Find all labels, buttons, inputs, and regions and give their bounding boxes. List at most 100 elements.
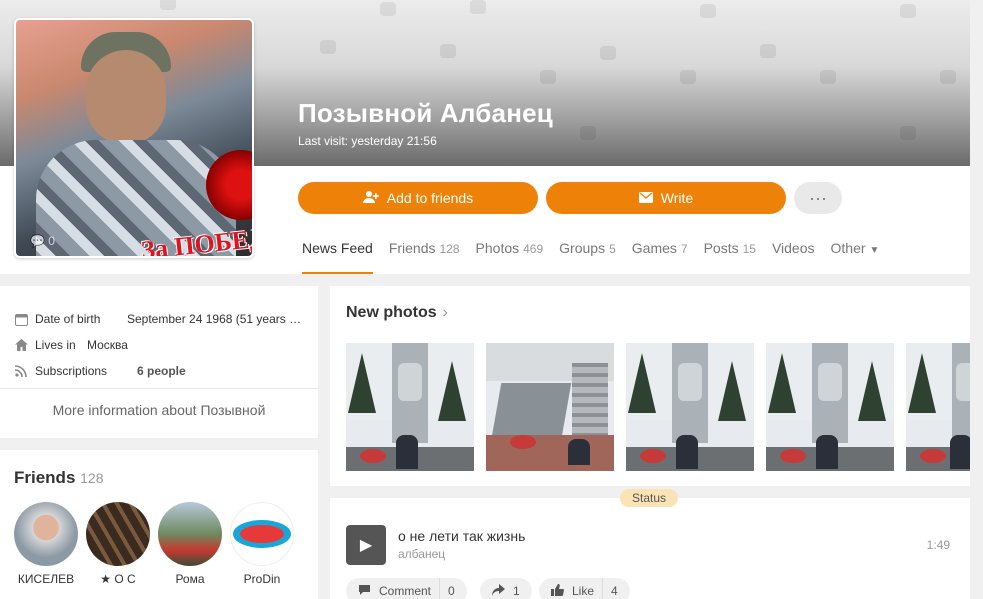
friend-name: Рома xyxy=(175,572,205,586)
friend-name: ★ О С xyxy=(100,572,136,586)
tab-friends[interactable]: Friends 128 xyxy=(389,240,460,274)
write-button[interactable]: Write xyxy=(546,182,786,214)
track-title[interactable]: о не лети так жизнь xyxy=(398,528,525,544)
tab-news-feed[interactable]: News Feed xyxy=(302,240,373,274)
photo-thumbnail[interactable] xyxy=(626,343,754,471)
tab-posts[interactable]: Posts 15 xyxy=(704,240,756,274)
cover-pattern-icon xyxy=(380,2,396,16)
friend-avatar xyxy=(14,502,78,566)
rss-icon xyxy=(14,364,28,378)
friends-title[interactable]: Friends 128 xyxy=(14,468,104,488)
tab-label: Videos xyxy=(771,240,815,256)
photo-thumbnail[interactable] xyxy=(346,343,474,471)
friends-title-text: Friends xyxy=(14,468,76,487)
cover-pattern-icon xyxy=(700,4,716,18)
tab-label: News Feed xyxy=(302,240,373,256)
cover-pattern-icon xyxy=(160,0,176,10)
new-photos-title[interactable]: New photos › xyxy=(346,304,448,322)
friends-count: 128 xyxy=(80,470,104,486)
friend-item[interactable]: Рома xyxy=(157,502,223,586)
tab-videos[interactable]: Videos xyxy=(772,240,815,274)
add-to-friends-button[interactable]: Add to friends xyxy=(298,182,538,214)
track-duration: 1:49 xyxy=(926,538,950,552)
comment-icon xyxy=(358,584,371,599)
thumbs-up-icon xyxy=(551,583,564,599)
share-count: 1 xyxy=(513,584,520,598)
tab-count: 7 xyxy=(680,242,688,256)
status-badge: Status xyxy=(620,489,679,507)
avatar-head xyxy=(86,50,166,145)
friend-name: ProDin xyxy=(243,572,281,586)
chevron-right-icon: › xyxy=(442,304,448,321)
cover-pattern-icon xyxy=(900,126,916,140)
divider xyxy=(602,578,604,599)
tab-photos[interactable]: Photos 469 xyxy=(476,240,544,274)
friend-avatar xyxy=(230,502,294,566)
calendar-icon xyxy=(14,312,28,326)
comment-label: Comment xyxy=(379,584,432,598)
comment-button[interactable]: Comment 0 xyxy=(346,578,467,599)
friend-item[interactable]: ProDin xyxy=(229,502,295,586)
cover-pattern-icon xyxy=(540,70,556,84)
tab-other[interactable]: Other ▼ xyxy=(831,240,880,274)
lives-value[interactable]: Москва xyxy=(87,338,128,352)
share-button[interactable]: 1 xyxy=(480,578,532,599)
friend-name: КИСЕЛЕВ xyxy=(17,572,75,586)
avatar-counter-value: 0 xyxy=(48,234,55,248)
lives-label: Lives in xyxy=(35,338,76,352)
play-icon: ▶ xyxy=(359,537,373,554)
subscriptions-value[interactable]: 6 people xyxy=(137,364,186,378)
last-visit: Last visit: yesterday 21:56 xyxy=(298,134,437,148)
more-info-link[interactable]: More information about Позывной xyxy=(0,402,318,418)
tab-games[interactable]: Games 7 xyxy=(632,240,688,274)
tab-count: 5 xyxy=(609,242,616,256)
like-button[interactable]: Like 4 xyxy=(539,578,630,599)
envelope-icon xyxy=(638,190,653,206)
new-photos-card: New photos › xyxy=(330,286,970,486)
cover-pattern-icon xyxy=(820,70,836,84)
cover-pattern-icon xyxy=(680,70,696,84)
comment-count: 0 xyxy=(448,584,455,598)
tab-groups[interactable]: Groups 5 xyxy=(559,240,616,274)
status-post: Status ▶ о не лети так жизнь албанец 1:4… xyxy=(330,489,970,599)
photo-thumbnail[interactable] xyxy=(766,343,894,471)
tab-label: Photos xyxy=(475,240,520,256)
tab-label: Other xyxy=(830,240,866,256)
like-label: Like xyxy=(572,584,595,598)
divider xyxy=(0,388,318,389)
more-actions-button[interactable]: ··· xyxy=(794,182,842,214)
cover-pattern-icon xyxy=(580,126,596,140)
cover-pattern-icon xyxy=(900,4,916,18)
tab-label: Friends xyxy=(388,240,436,256)
cover-pattern-icon xyxy=(760,44,776,58)
tab-count: 15 xyxy=(742,242,756,256)
friend-item[interactable]: ★ О С xyxy=(85,502,151,586)
cover-pattern-icon xyxy=(320,40,336,54)
profile-tabs: News Feed Friends 128 Photos 469 Groups 5 G… xyxy=(302,240,879,274)
like-count: 4 xyxy=(611,584,618,598)
photo-thumbnail[interactable] xyxy=(906,343,970,471)
friend-avatar xyxy=(158,502,222,566)
birth-label: Date of birth xyxy=(35,312,101,326)
cover-pattern-icon xyxy=(440,44,456,58)
friend-item[interactable]: КИСЕЛЕВ xyxy=(13,502,79,586)
subscriptions-label: Subscriptions xyxy=(35,364,108,378)
subscriptions-row: Subscriptions 6 people xyxy=(14,364,186,378)
cover-pattern-icon xyxy=(940,70,956,84)
tab-count: 128 xyxy=(439,242,460,256)
friend-avatar xyxy=(86,502,150,566)
info-card: Date of birth September 24 1968 (51 year… xyxy=(0,286,318,438)
photo-thumbnail[interactable] xyxy=(486,343,614,471)
prodin-logo-icon xyxy=(233,520,291,548)
share-arrow-icon xyxy=(492,583,505,599)
cover-pattern-icon xyxy=(470,0,486,14)
birth-value: September 24 1968 (51 years old) xyxy=(127,312,307,326)
new-photos-title-text: New photos xyxy=(346,304,437,321)
tab-label: Games xyxy=(631,240,677,256)
lives-row: Lives in Москва xyxy=(14,338,128,352)
play-button[interactable]: ▶ xyxy=(346,525,386,565)
friends-card: Friends 128 КИСЕЛЕВ ★ О С Рома ProDin xyxy=(0,450,318,599)
add-to-friends-label: Add to friends xyxy=(386,190,474,206)
track-artist[interactable]: албанец xyxy=(398,547,445,561)
profile-avatar[interactable]: За ПОБЕДУ! 💬 0 xyxy=(14,18,254,258)
